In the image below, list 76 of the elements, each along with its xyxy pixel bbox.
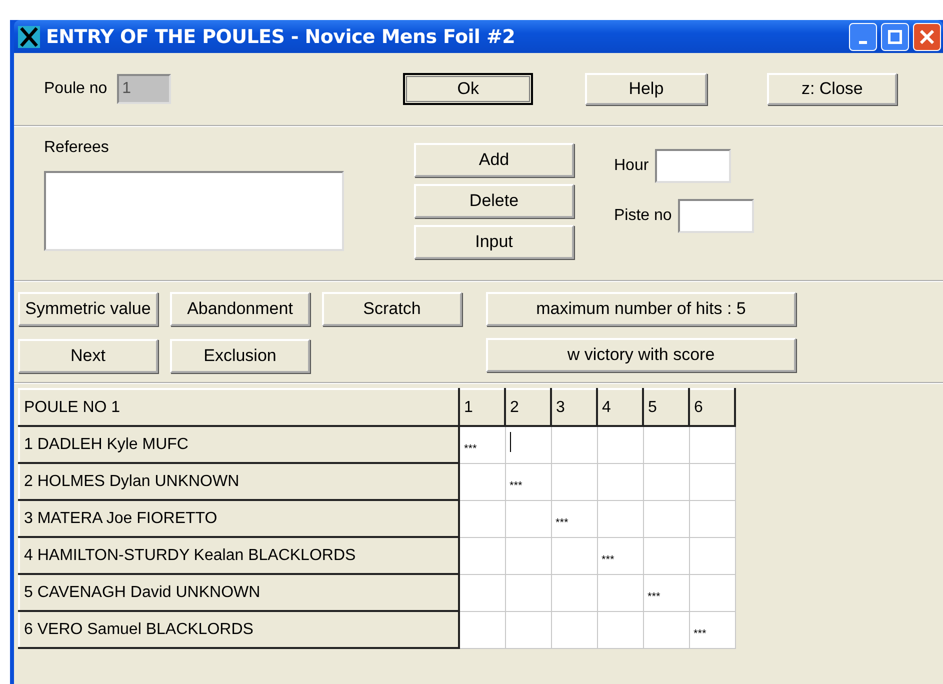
- score-cell[interactable]: [551, 537, 597, 574]
- maximize-button[interactable]: [881, 22, 909, 50]
- maximize-icon: [888, 30, 902, 44]
- column-header: 3: [551, 389, 597, 426]
- referees-list[interactable]: [44, 171, 344, 251]
- score-cell[interactable]: [505, 611, 551, 648]
- score-cell[interactable]: [689, 426, 735, 463]
- column-header: 6: [689, 389, 735, 426]
- action-button[interactable]: Scratch: [322, 292, 462, 326]
- score-cell[interactable]: ***: [551, 500, 597, 537]
- poule-label: Poule no: [44, 80, 108, 98]
- fencer-row-header: 2 HOLMES Dylan UNKNOWN: [19, 463, 459, 500]
- referees-label: Referees: [44, 139, 110, 157]
- score-cell[interactable]: [459, 611, 505, 648]
- fencer-row-header: 5 CAVENAGH David UNKNOWN: [19, 574, 459, 611]
- grid-header: POULE NO 1: [19, 389, 459, 426]
- fencer-row-header: 3 MATERA Joe FIORETTO: [19, 500, 459, 537]
- action-button[interactable]: Next: [18, 339, 158, 373]
- score-cell[interactable]: [551, 611, 597, 648]
- score-cell[interactable]: [597, 611, 643, 648]
- fencer-row-header: 1 DADLEH Kyle MUFC: [19, 426, 459, 463]
- score-cell[interactable]: ***: [643, 574, 689, 611]
- score-cell[interactable]: [505, 500, 551, 537]
- column-header: 1: [459, 389, 505, 426]
- score-cell[interactable]: [597, 463, 643, 500]
- score-cell[interactable]: [505, 574, 551, 611]
- score-cell[interactable]: ***: [689, 611, 735, 648]
- minimize-icon: [859, 41, 867, 44]
- hour-label: Hour: [614, 157, 649, 175]
- piste-field[interactable]: [678, 199, 754, 233]
- score-cell[interactable]: [459, 500, 505, 537]
- action-button[interactable]: Exclusion: [170, 339, 310, 373]
- piste-label: Piste no: [614, 207, 672, 225]
- close-icon: [920, 30, 934, 44]
- score-cell[interactable]: [689, 463, 735, 500]
- score-cell[interactable]: [689, 500, 735, 537]
- score-cell[interactable]: [551, 574, 597, 611]
- score-cell[interactable]: [459, 537, 505, 574]
- referee-button[interactable]: Add: [414, 143, 574, 177]
- score-cell[interactable]: [505, 426, 551, 463]
- score-cell[interactable]: [643, 537, 689, 574]
- fencer-row-header: 6 VERO Samuel BLACKLORDS: [19, 611, 459, 648]
- dialog-button[interactable]: z: Close: [767, 73, 898, 105]
- window-title: ENTRY OF THE POULES - Novice Mens Foil #2: [46, 26, 515, 48]
- score-cell[interactable]: [643, 463, 689, 500]
- action-button[interactable]: Abandonment: [170, 292, 310, 326]
- dialog-button[interactable]: Help: [585, 73, 708, 105]
- hour-field[interactable]: [654, 149, 731, 183]
- score-cell[interactable]: [597, 426, 643, 463]
- score-cell[interactable]: [597, 500, 643, 537]
- score-cell[interactable]: [597, 574, 643, 611]
- column-header: 4: [597, 389, 643, 426]
- victory-button[interactable]: w victory with score: [486, 338, 796, 372]
- score-cell[interactable]: [459, 574, 505, 611]
- score-cell[interactable]: [643, 426, 689, 463]
- column-header: 2: [505, 389, 551, 426]
- score-cell[interactable]: [643, 611, 689, 648]
- score-cell[interactable]: ***: [597, 537, 643, 574]
- score-cell[interactable]: [643, 500, 689, 537]
- score-cell[interactable]: [689, 537, 735, 574]
- referee-button[interactable]: Delete: [414, 184, 574, 218]
- score-cell[interactable]: [551, 426, 597, 463]
- action-button[interactable]: Symmetric value: [18, 292, 158, 326]
- score-cell[interactable]: ***: [459, 426, 505, 463]
- referee-button[interactable]: Input: [414, 225, 574, 259]
- score-cell[interactable]: [689, 574, 735, 611]
- close-button[interactable]: [913, 22, 941, 50]
- minimize-button[interactable]: [849, 22, 877, 50]
- dialog-button[interactable]: Ok: [403, 73, 534, 105]
- score-cell[interactable]: [505, 537, 551, 574]
- score-cell[interactable]: [459, 463, 505, 500]
- fencer-row-header: 4 HAMILTON-STURDY Kealan BLACKLORDS: [19, 537, 459, 574]
- score-cell[interactable]: ***: [505, 463, 551, 500]
- score-cell[interactable]: [551, 463, 597, 500]
- column-header: 5: [643, 389, 689, 426]
- hits-button[interactable]: maximum number of hits : 5: [486, 292, 796, 326]
